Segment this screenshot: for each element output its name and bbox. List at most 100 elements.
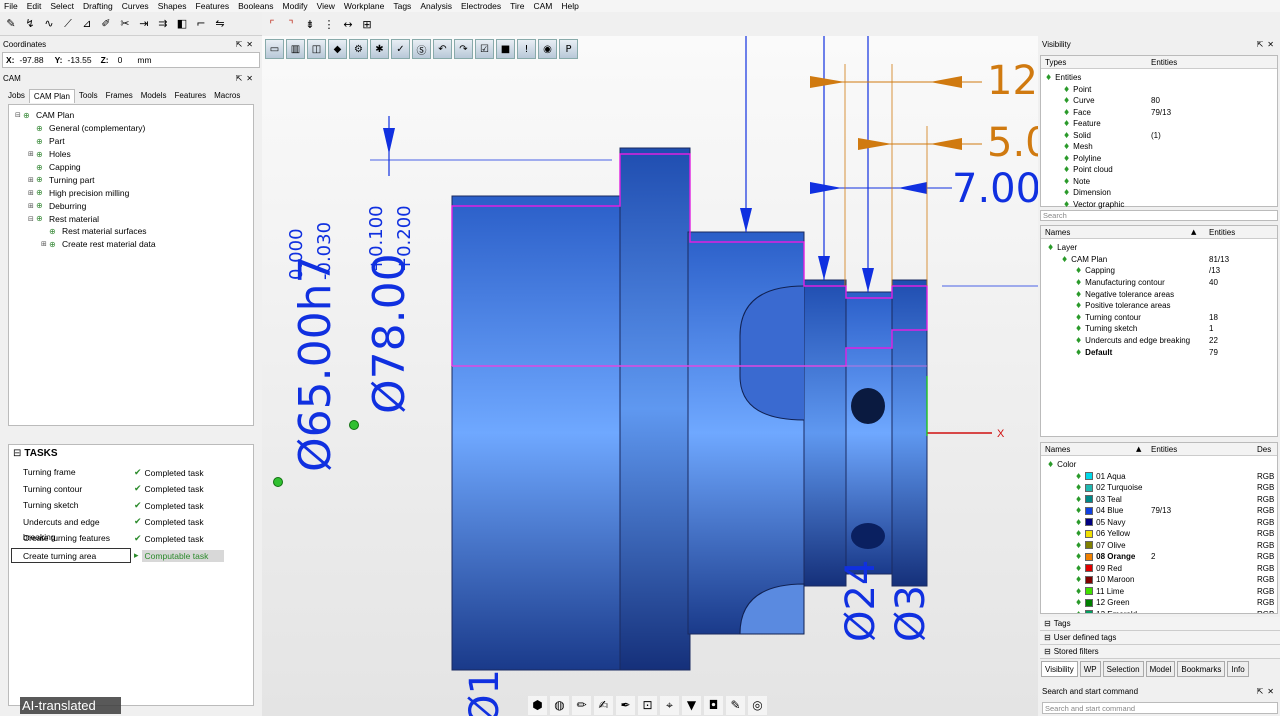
visibility-row[interactable]: ♦ Point [1063, 84, 1263, 96]
menu-item[interactable]: Select [50, 1, 74, 11]
expand-icon[interactable]: ⊞ [28, 176, 36, 184]
visible-icon[interactable]: ♦ [1063, 131, 1070, 140]
align-icon[interactable]: ⇟ [302, 16, 318, 32]
menu-item[interactable]: View [317, 1, 335, 11]
right-tab[interactable]: Model [1145, 661, 1176, 677]
polyline-icon[interactable]: ⟋ [60, 16, 76, 32]
menu-item[interactable]: Drafting [83, 1, 113, 11]
color-row[interactable]: ♦ 12 Green RGB [1075, 597, 1275, 609]
tree-item[interactable]: ⊕ General (complementary) [9, 122, 253, 135]
trim-icon[interactable]: ✂ [117, 16, 133, 32]
solid-icon[interactable]: ■ [496, 39, 515, 59]
visible-icon[interactable]: ♦ [1075, 564, 1082, 573]
color-row[interactable]: ♦ 05 Navy RGB [1075, 517, 1275, 529]
globe-icon[interactable]: ◎ [748, 695, 767, 715]
visibility-search-input[interactable]: Search [1040, 210, 1278, 221]
visible-icon[interactable]: ♦ [1075, 495, 1082, 504]
visible-icon[interactable]: ♦ [1063, 154, 1070, 163]
panel-controls[interactable]: ⇱✕ [236, 74, 257, 83]
color-row[interactable]: ♦ 07 Olive RGB [1075, 540, 1275, 552]
new-job-icon[interactable]: ▭ [265, 39, 284, 59]
material-icon[interactable]: ◍ [550, 695, 569, 715]
visibility-row[interactable]: ♦ Mesh [1063, 141, 1263, 153]
frame-icon[interactable]: ◫ [307, 39, 326, 59]
layer-row[interactable]: ♦ Turning contour 18 [1075, 312, 1280, 324]
filter-section[interactable]: ⊟ User defined tags [1040, 631, 1280, 645]
color-row[interactable]: ♦ Color [1047, 459, 1247, 471]
task-row[interactable]: Create turning area ▸ Computable task [11, 548, 251, 563]
menu-item[interactable]: Shapes [158, 1, 187, 11]
visible-icon[interactable]: ♦ [1063, 177, 1070, 186]
color-row[interactable]: ♦ 09 Red RGB [1075, 563, 1275, 575]
tree-item[interactable]: ⊞ ⊕ Deburring [9, 199, 253, 212]
tree-item[interactable]: ⊟ ⊕ Rest material [9, 212, 253, 225]
color-row[interactable]: ♦ 08 Orange 2 RGB [1075, 551, 1275, 563]
draw-icon[interactable]: ✍ [594, 695, 613, 715]
menu-item[interactable]: Tags [393, 1, 411, 11]
task-row[interactable]: Undercuts and edge breaking ✔ Completed ta… [11, 515, 251, 542]
mirror-icon[interactable]: ⇋ [212, 16, 228, 32]
cam-tab[interactable]: Jobs [4, 89, 29, 103]
simulate-icon[interactable]: Ⓢ [412, 39, 431, 59]
paint-icon[interactable]: ◘ [704, 695, 723, 715]
color-row[interactable]: ♦ 06 Yellow RGB [1075, 528, 1275, 540]
color-row[interactable]: ♦ 13 Emerald RGB [1075, 609, 1275, 613]
dim-text-12[interactable]: 12 [987, 58, 1038, 104]
task-row[interactable]: Turning sketch ✔ Completed task [11, 498, 251, 513]
entities-col[interactable]: Entities [1209, 228, 1235, 237]
layer-row[interactable]: ♦ Turning sketch 1 [1075, 323, 1280, 335]
visible-icon[interactable]: ♦ [1075, 610, 1082, 613]
filter-section[interactable]: ⊟ Tags [1040, 617, 1280, 631]
menu-item[interactable]: Electrodes [461, 1, 501, 11]
names-col[interactable]: Names [1045, 445, 1070, 454]
sketch-icon[interactable]: ✎ [3, 16, 19, 32]
offset-icon[interactable]: ⇉ [155, 16, 171, 32]
visibility-row[interactable]: ♦ Dimension [1063, 187, 1263, 199]
menu-item[interactable]: Analysis [420, 1, 452, 11]
menu-item[interactable]: Features [196, 1, 230, 11]
right-tab[interactable]: Selection [1102, 661, 1144, 677]
feature-icon[interactable]: ◆ [328, 39, 347, 59]
expand-icon[interactable]: ⊟ [1044, 647, 1051, 656]
menu-item[interactable]: Booleans [238, 1, 273, 11]
visibility-row[interactable]: ♦ Curve 80 [1063, 95, 1263, 107]
visibility-row[interactable]: ♦ Face 79/13 [1063, 107, 1263, 119]
visible-icon[interactable]: ♦ [1045, 73, 1052, 82]
visible-icon[interactable]: ♦ [1063, 119, 1070, 128]
visible-icon[interactable]: ♦ [1075, 575, 1082, 584]
visible-icon[interactable]: ♦ [1063, 200, 1070, 209]
expand-icon[interactable]: ⊟ [15, 111, 23, 119]
fill-icon[interactable]: ▼ [682, 695, 701, 715]
visibility-row[interactable]: ♦ Note [1063, 176, 1263, 188]
command-search-input[interactable]: Search and start command [1042, 702, 1278, 714]
warning-icon[interactable]: ! [517, 39, 536, 59]
tasks-header[interactable]: ⊟ TASKS [9, 445, 253, 462]
visible-icon[interactable]: ♦ [1047, 460, 1054, 469]
tree-item[interactable]: ⊟ ⊕ CAM Plan [9, 109, 253, 122]
task-row[interactable]: Turning contour ✔ Completed task [11, 482, 251, 497]
visible-icon[interactable]: ♦ [1063, 165, 1070, 174]
types-col[interactable]: Types [1045, 58, 1066, 67]
expand-icon[interactable]: ⊟ [28, 215, 36, 223]
dim-text-78[interactable]: Ø78.00 [364, 253, 415, 414]
visibility-row[interactable]: ♦ Entities [1045, 72, 1245, 84]
stock-icon[interactable]: ▥ [286, 39, 305, 59]
cam-tab[interactable]: Tools [75, 89, 102, 103]
panel-controls[interactable]: ⇱✕ [236, 40, 257, 49]
visibility-row[interactable]: ♦ Polyline [1063, 153, 1263, 165]
entities-col[interactable]: Entities [1151, 445, 1177, 454]
visible-icon[interactable]: ♦ [1063, 96, 1070, 105]
expand-icon[interactable]: ⊞ [28, 202, 36, 210]
sort-icon[interactable]: ▲ [1136, 445, 1141, 453]
tree-item[interactable]: ⊕ Capping [9, 161, 253, 174]
eye-icon[interactable]: ◉ [538, 39, 557, 59]
layer-row[interactable]: ♦ Undercuts and edge breaking 22 [1075, 335, 1280, 347]
part-step-1[interactable] [803, 279, 847, 587]
entities-col[interactable]: Entities [1151, 58, 1177, 67]
layer-row[interactable]: ♦ Layer [1047, 242, 1267, 254]
visibility-row[interactable]: ♦ Solid (1) [1063, 130, 1263, 142]
layer-row[interactable]: ♦ Negative tolerance areas [1075, 288, 1280, 300]
tree-item[interactable]: ⊞ ⊕ High precision milling [9, 186, 253, 199]
pick-icon[interactable]: ✒ [616, 695, 635, 715]
panel-controls[interactable]: ⇱✕ [1257, 40, 1278, 49]
